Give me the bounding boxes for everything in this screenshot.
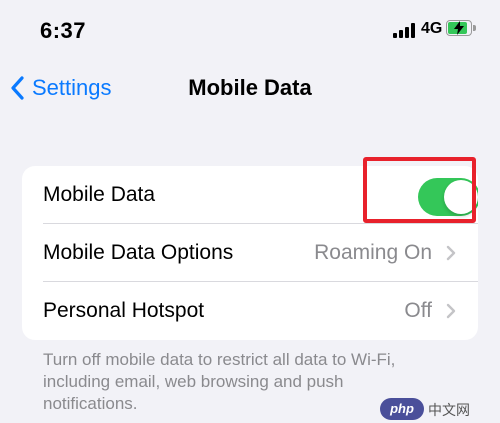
watermark-text: 中文网: [428, 402, 470, 418]
chevron-right-icon: [446, 245, 456, 261]
php-logo: php: [380, 398, 424, 420]
highlight-box: [363, 157, 476, 223]
settings-row-mobile-data-options[interactable]: Mobile Data Options Roaming On: [22, 224, 478, 282]
chevron-right-icon: [446, 303, 456, 319]
status-bar: 6:37 4G: [0, 0, 500, 58]
watermark: php 中文网: [380, 398, 492, 420]
settings-row-label: Mobile Data Options: [43, 241, 234, 264]
status-time: 6:37: [40, 18, 87, 43]
settings-row-label: Mobile Data: [43, 183, 156, 206]
settings-row-label: Personal Hotspot: [43, 299, 205, 322]
cellular-signal-icon: [393, 22, 417, 38]
settings-row-personal-hotspot[interactable]: Personal Hotspot Off: [22, 282, 478, 340]
settings-row-value: Roaming On: [314, 241, 432, 264]
settings-row-value: Off: [404, 299, 432, 322]
section-footer-text: Turn off mobile data to restrict all dat…: [43, 350, 396, 413]
navigation-bar: Settings Mobile Data: [0, 58, 500, 118]
network-type: 4G: [421, 20, 443, 37]
battery-charging-icon: [446, 20, 478, 38]
page-title: Mobile Data: [188, 75, 312, 100]
